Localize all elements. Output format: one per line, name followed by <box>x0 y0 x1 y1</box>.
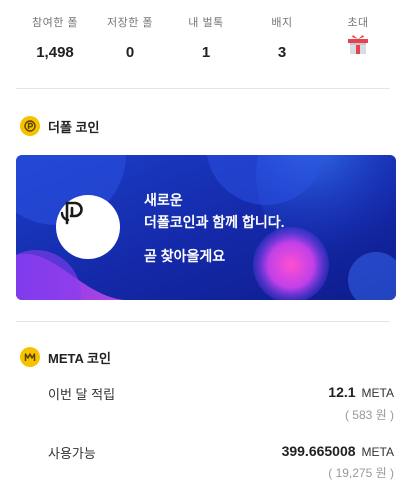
available-label: 사용가능 <box>48 446 96 461</box>
stat-my-talks[interactable]: 내 벌톡 1 <box>166 14 246 61</box>
depol-logo <box>56 195 120 259</box>
meta-coin-icon <box>20 347 40 367</box>
stat-label: 내 벌톡 <box>188 17 224 29</box>
banner-line-2: 더폴코인과 함께 합니다. <box>144 214 285 230</box>
gift-icon[interactable] <box>347 34 369 54</box>
monthly-won: ( 583 원 ) <box>344 408 394 422</box>
stat-label: 참여한 폴 <box>31 17 79 29</box>
banner-line-1: 새로운 <box>144 192 183 208</box>
monthly-unit: META <box>361 386 394 400</box>
stat-label: 배지 <box>271 17 293 29</box>
divider <box>16 321 390 322</box>
monthly-amount: 12.1 META <box>328 384 394 400</box>
stat-value: 0 <box>125 44 135 61</box>
stat-invite[interactable]: 초대 <box>318 14 398 30</box>
profile-stats: 참여한 폴 1,498 저장한 폴 0 내 벌톡 1 배지 3 초대 <box>0 0 406 88</box>
available-amount: 399.665008 META <box>282 443 394 459</box>
depol-logo-icon <box>60 201 83 225</box>
depol-coin-icon <box>20 116 40 136</box>
available-value: 399.665008 <box>281 443 356 459</box>
monthly-value: 12.1 <box>328 384 356 400</box>
stat-label: 초대 <box>347 17 369 29</box>
section-title: 더폴 코인 <box>48 119 100 135</box>
banner-text: 새로운 더폴코인과 함께 합니다. 곧 찾아올게요 <box>144 189 284 267</box>
stat-badges[interactable]: 배지 3 <box>242 14 322 61</box>
monthly-label: 이번 달 적립 <box>48 387 116 402</box>
depol-coin-banner[interactable]: 새로운 더폴코인과 함께 합니다. 곧 찾아올게요 <box>16 155 396 300</box>
banner-line-3: 곧 찾아올게요 <box>144 248 226 264</box>
meta-coin-header: META 코인 <box>20 347 111 367</box>
stat-value: 1,498 <box>36 44 74 61</box>
stat-label: 저장한 폴 <box>106 17 154 29</box>
available-unit: META <box>361 445 394 459</box>
stat-saved-polls[interactable]: 저장한 폴 0 <box>90 14 170 61</box>
stat-value: 3 <box>277 44 287 61</box>
stat-value: 1 <box>201 44 211 61</box>
stat-participated-polls[interactable]: 참여한 폴 1,498 <box>15 14 95 61</box>
depol-coin-header: 더폴 코인 <box>20 116 99 136</box>
divider <box>16 88 390 89</box>
section-title: META 코인 <box>48 350 111 366</box>
available-won: ( 19,275 원 ) <box>328 466 394 480</box>
